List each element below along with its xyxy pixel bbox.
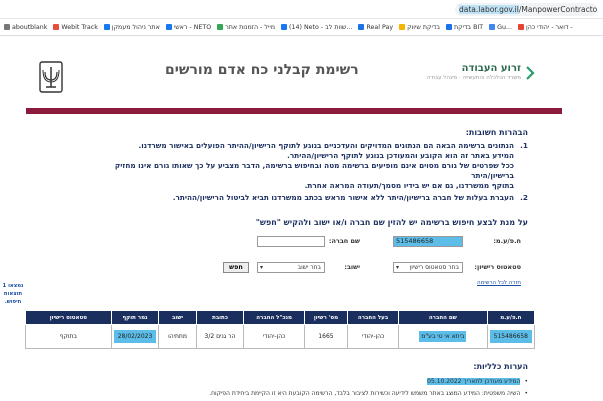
- bookmark-favicon-icon: [281, 24, 288, 30]
- license-status-select[interactable]: בחר סטאטוס רישיון: [393, 262, 463, 273]
- bookmark-label: אתר ניהול מעמקן: [111, 23, 160, 31]
- bookmark-favicon-icon: [103, 24, 110, 30]
- general-notes-heading: הערות כלליות:: [473, 362, 528, 371]
- bookmark-item[interactable]: (14) Neto - שוות לב...: [281, 24, 352, 31]
- ministry-subtitle: משרד הכלכלה והתעשייה · מינהל עבודה: [426, 75, 521, 81]
- table-row: 515486658 ביתא אי טי בע"מ כהן-יהודי 1665…: [25, 324, 536, 349]
- note-item-2: 2. העברת בעלות של חברה ברישיון/היתר ללא א…: [88, 193, 528, 203]
- page-title: רשימת קבלני כח אדם מורשים: [165, 62, 359, 78]
- url-domain: data.labor.gov.il: [459, 5, 519, 14]
- col-city: ישוב: [158, 310, 197, 325]
- browser-tab-strip: data.labor.gov.il/ManpowerContractors.as…: [0, 0, 603, 19]
- cell-license-status: בתוקף: [25, 324, 112, 349]
- col-owner: בעל החברה: [347, 310, 400, 325]
- bookmark-label: ראשי - NETO: [173, 23, 212, 31]
- cell-license-no: 1665: [303, 324, 349, 349]
- cell-expiry-value: 28/02/2023: [113, 330, 157, 343]
- company-name-input[interactable]: [257, 236, 325, 247]
- address-bar[interactable]: data.labor.gov.il/ManpowerContractors.as…: [455, 3, 597, 16]
- note-line: ככל שפרטים של גורם מסוים אינם מופיעים בר…: [114, 161, 514, 180]
- general-note-updated: המידע מעודכן לתאריך 05.10.2022: [427, 378, 528, 385]
- note-number: 1.: [520, 141, 528, 150]
- note-item-1: 1. הנתונים ברשימה הבאה הם הנתונים המדויקי…: [88, 141, 528, 191]
- ministry-brand[interactable]: זרוע העבודה משרד הכלכלה והתעשייה · מינהל…: [427, 63, 521, 81]
- bookmark-favicon-icon: [399, 24, 406, 30]
- bookmark-item[interactable]: Real Pay: [358, 24, 393, 31]
- general-note-disclaimer: השיה משפטית: המידע המוצג באתר משמש לידיע…: [209, 390, 528, 397]
- col-company-id: ח.פ/ע.מ: [486, 310, 536, 325]
- city-select[interactable]: בחר ישוב: [257, 262, 325, 273]
- bookmark-label: Gu...: [497, 23, 512, 31]
- cell-address: הר גנים 3/2: [195, 324, 245, 349]
- bookmark-label: בדיקת BIT: [453, 23, 484, 31]
- url-path: /ManpowerContractors.aspx: [518, 5, 597, 14]
- ministry-logo-icon: [526, 66, 535, 80]
- bookmark-label: Real Pay: [366, 23, 394, 31]
- bookmark-favicon-icon: [53, 24, 60, 30]
- bookmark-favicon-icon: [217, 24, 224, 30]
- bookmark-item[interactable]: דואר - יהודי כהן -: [517, 23, 573, 31]
- company-name-label: שם חברה:: [328, 237, 360, 245]
- col-expiry: גמר תוקף: [110, 310, 160, 325]
- note-line: העברת בעלות של חברה ברישיון/היתר ללא איש…: [172, 193, 514, 202]
- table-header-row: ח.פ/ע.מ שם החברה בעל החברה מס' רשיון מנכ…: [25, 310, 536, 325]
- company-id-input[interactable]: 515486658: [393, 236, 463, 247]
- note-line: בתוקף ממשרדנו, גם אם יש בידיו מסמך/תעודה…: [304, 181, 514, 190]
- updated-date-text: המידע מעודכן לתאריך 05.10.2022: [427, 378, 521, 385]
- col-ceo: מנכ"ל החברה: [243, 310, 305, 325]
- city-label: ישוב:: [344, 263, 360, 271]
- note-number: 2.: [520, 193, 528, 202]
- bookmark-item[interactable]: בדיקת שיווק: [399, 24, 440, 31]
- header-divider-bar: [26, 108, 562, 114]
- cell-company-id: 515486658: [486, 324, 536, 349]
- bookmark-label: מייל - הזמנות אתר: [225, 23, 276, 31]
- bookmarks-bar: aboutblank Webit Track אתר ניהול מעמקן ראשי…: [0, 19, 603, 36]
- search-button[interactable]: חפש: [223, 262, 249, 273]
- bookmark-label: aboutblank: [12, 23, 48, 31]
- contractors-table: ח.פ/ע.מ שם החברה בעל החברה מס' רשיון מנכ…: [25, 310, 536, 349]
- company-id-label: ח.פ/ע.מ:: [493, 237, 521, 245]
- bookmark-label: בדיקת שיווק: [407, 23, 440, 31]
- bookmark-favicon-icon: [358, 24, 365, 30]
- ministry-name: זרוע העבודה: [461, 63, 521, 74]
- results-count: נמצאו 1 תוצאות חיפוש.: [2, 283, 24, 305]
- bookmark-item[interactable]: מייל - הזמנות אתר: [217, 24, 275, 31]
- note-line: הנתונים ברשימה הבאה הם הנתונים המדויקים …: [138, 141, 514, 150]
- cell-owner: כהן-יהודי: [347, 324, 400, 349]
- col-license-no: מס' רשיון: [303, 310, 349, 325]
- cell-company-name: ביתא אי טי בע"מ: [398, 324, 488, 349]
- bookmark-favicon-icon: [165, 24, 172, 30]
- bookmark-label: דואר - יהודי כהן -: [525, 23, 573, 31]
- bookmark-item[interactable]: Webit Track: [53, 23, 98, 31]
- bookmark-favicon-icon: [445, 24, 452, 30]
- cell-ceo: כהן-יהודי: [243, 324, 305, 349]
- bookmark-item[interactable]: aboutblank: [4, 24, 47, 31]
- cell-expiry: 28/02/2023: [110, 324, 160, 349]
- col-license-status: סטאטוס רישיון: [25, 310, 112, 325]
- bookmark-favicon-icon: [489, 24, 496, 30]
- bookmark-item[interactable]: אתר ניהול מעמקן: [103, 23, 160, 31]
- bookmark-favicon-icon: [517, 24, 524, 30]
- bookmark-label: Webit Track: [61, 23, 98, 31]
- col-address: כתובת: [195, 310, 245, 325]
- bookmark-item[interactable]: בדיקת BIT: [445, 23, 484, 31]
- note-line: המידע באתר זה הוא הקובע והמעודכן בנוגע ל…: [287, 151, 514, 160]
- col-company-name: שם החברה: [398, 310, 488, 325]
- bookmark-favicon-icon: [4, 24, 10, 30]
- cell-city: מתתיהו: [158, 324, 197, 349]
- license-status-label: סטאטוס רישיון:: [474, 263, 521, 271]
- bookmark-item[interactable]: ראשי - NETO: [165, 23, 212, 31]
- cell-company-id-value: 515486658: [489, 330, 532, 343]
- search-heading: על מנת לבצע חיפוש ברשימה יש להזין שם חבר…: [255, 218, 528, 227]
- bookmark-label: (14) Neto - שוות לב...: [289, 23, 353, 31]
- bookmark-item[interactable]: Gu...: [489, 24, 512, 31]
- back-to-list-link[interactable]: חזרה לכל הרשימה: [477, 280, 521, 286]
- state-emblem-icon: [39, 61, 63, 93]
- cell-company-name-value: ביתא אי טי בע"מ: [419, 331, 467, 342]
- notes-heading: הבהרות חשובות:: [465, 128, 528, 137]
